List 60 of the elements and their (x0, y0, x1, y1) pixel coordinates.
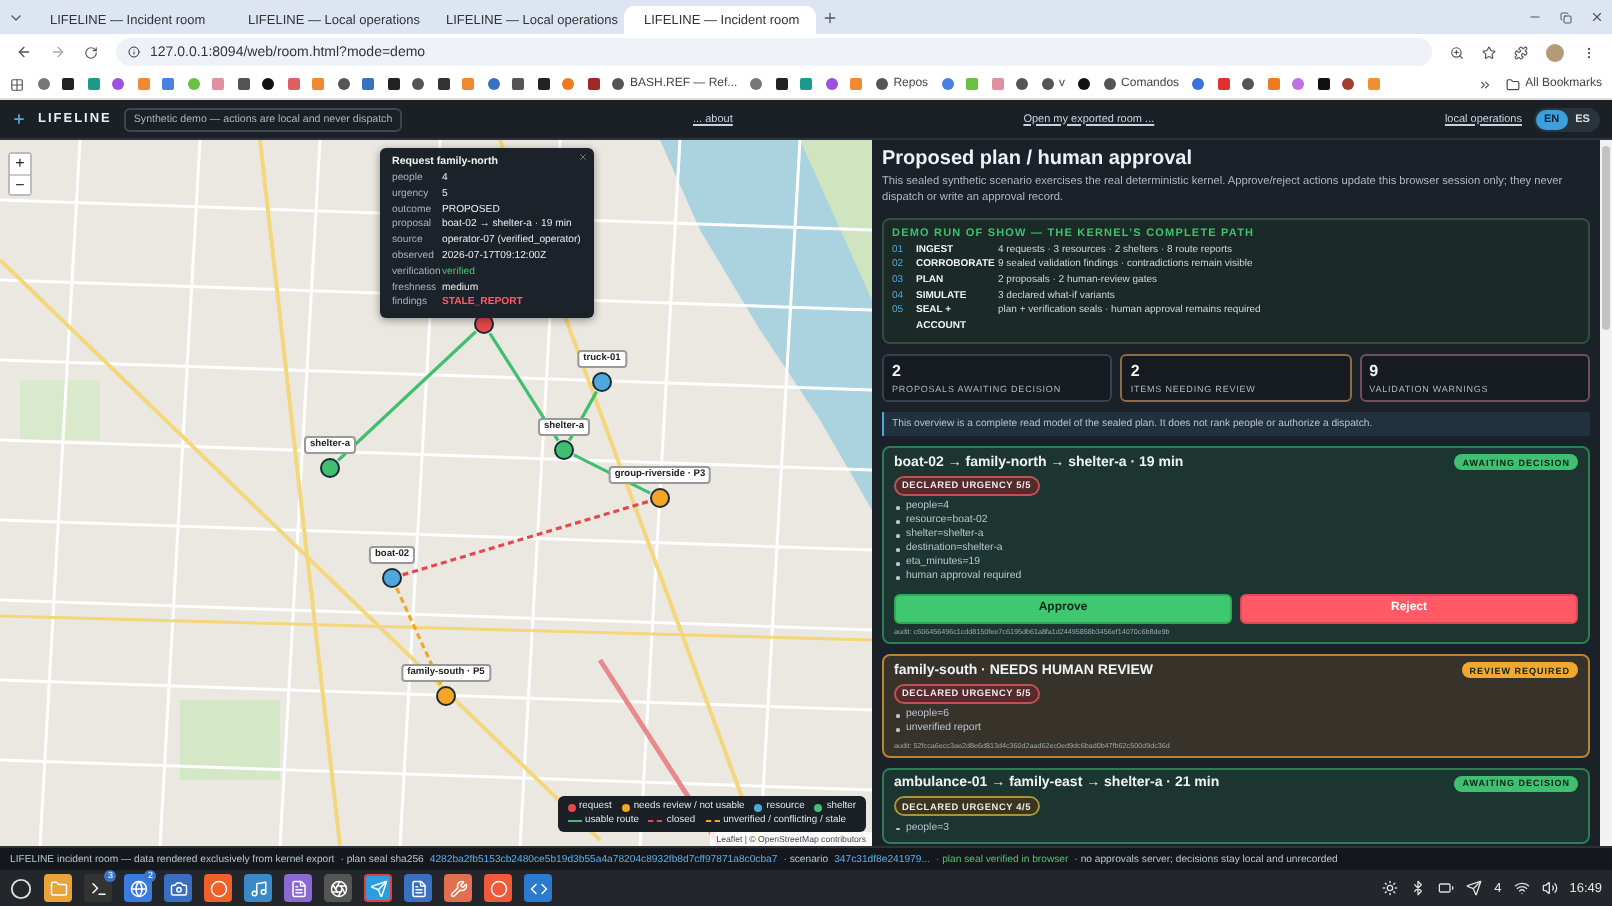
document-icon (409, 879, 427, 897)
folder-icon (1505, 77, 1520, 91)
taskbar-app[interactable] (364, 874, 392, 902)
taskbar-app[interactable] (164, 874, 192, 902)
stat-value: 9 (1369, 362, 1381, 381)
more-bookmarks-icon[interactable] (1478, 77, 1493, 91)
taskbar-app[interactable] (524, 874, 552, 902)
reload-icon[interactable] (84, 45, 98, 59)
bookmark-icon (612, 78, 624, 90)
stat-value: 2 (1130, 362, 1142, 381)
volume-icon[interactable] (1541, 880, 1558, 896)
bookmark-icon[interactable] (262, 78, 274, 90)
bookmark-icon[interactable] (337, 78, 349, 90)
taskbar-app[interactable] (204, 874, 232, 902)
audio-icon (249, 879, 267, 897)
browser-icon (129, 879, 147, 897)
info-icon[interactable] (128, 46, 140, 58)
taskbar-app[interactable] (284, 874, 312, 902)
bookmark-icon[interactable] (387, 78, 399, 90)
wifi-icon[interactable] (1513, 880, 1530, 896)
star-icon[interactable] (1482, 45, 1496, 59)
taskbar-app[interactable] (484, 874, 512, 902)
folder-icon (49, 879, 67, 897)
taskbar-app[interactable] (244, 874, 272, 902)
send-icon[interactable] (1466, 880, 1483, 896)
back-icon[interactable] (16, 44, 32, 60)
bookmark-icon[interactable] (437, 78, 449, 90)
camera-icon (169, 879, 187, 897)
circle-app-icon (489, 879, 507, 897)
apps-icon[interactable] (10, 77, 24, 91)
brightness-icon[interactable] (1382, 880, 1399, 896)
aperture-icon (329, 879, 347, 897)
bookmark-icon[interactable] (237, 78, 249, 90)
start-menu-icon[interactable] (10, 877, 32, 899)
panel-title: Proposed plan / human approval (882, 148, 1195, 170)
zoom-out-button[interactable]: − (10, 174, 30, 194)
telegram-icon (369, 879, 387, 897)
zoom-icon[interactable] (1450, 45, 1464, 59)
taskbar-app[interactable] (404, 874, 432, 902)
avatar-icon[interactable] (1546, 43, 1564, 61)
logo-icon (12, 112, 26, 126)
bookmark-icon[interactable] (587, 78, 599, 90)
terminal-icon (89, 879, 107, 897)
tools-icon (449, 879, 467, 897)
stat-value: 2 (892, 362, 903, 381)
bluetooth-icon[interactable] (1410, 880, 1427, 896)
taskbar-app[interactable] (324, 874, 352, 902)
restore-icon[interactable] (1560, 11, 1572, 23)
bookmark-icon[interactable] (537, 78, 549, 90)
new-tab-icon[interactable] (822, 9, 838, 25)
taskbar-app[interactable] (444, 874, 472, 902)
notes-icon (289, 879, 307, 897)
extension-icon[interactable] (1514, 45, 1528, 59)
bookmark-icon[interactable] (412, 78, 424, 90)
bookmark-icon[interactable] (62, 78, 74, 90)
close-icon[interactable] (1590, 10, 1604, 24)
menu-icon[interactable] (1582, 45, 1596, 59)
battery-icon[interactable] (1438, 880, 1455, 896)
scrollbar[interactable] (1600, 140, 1612, 846)
code-editor-icon (529, 879, 547, 897)
